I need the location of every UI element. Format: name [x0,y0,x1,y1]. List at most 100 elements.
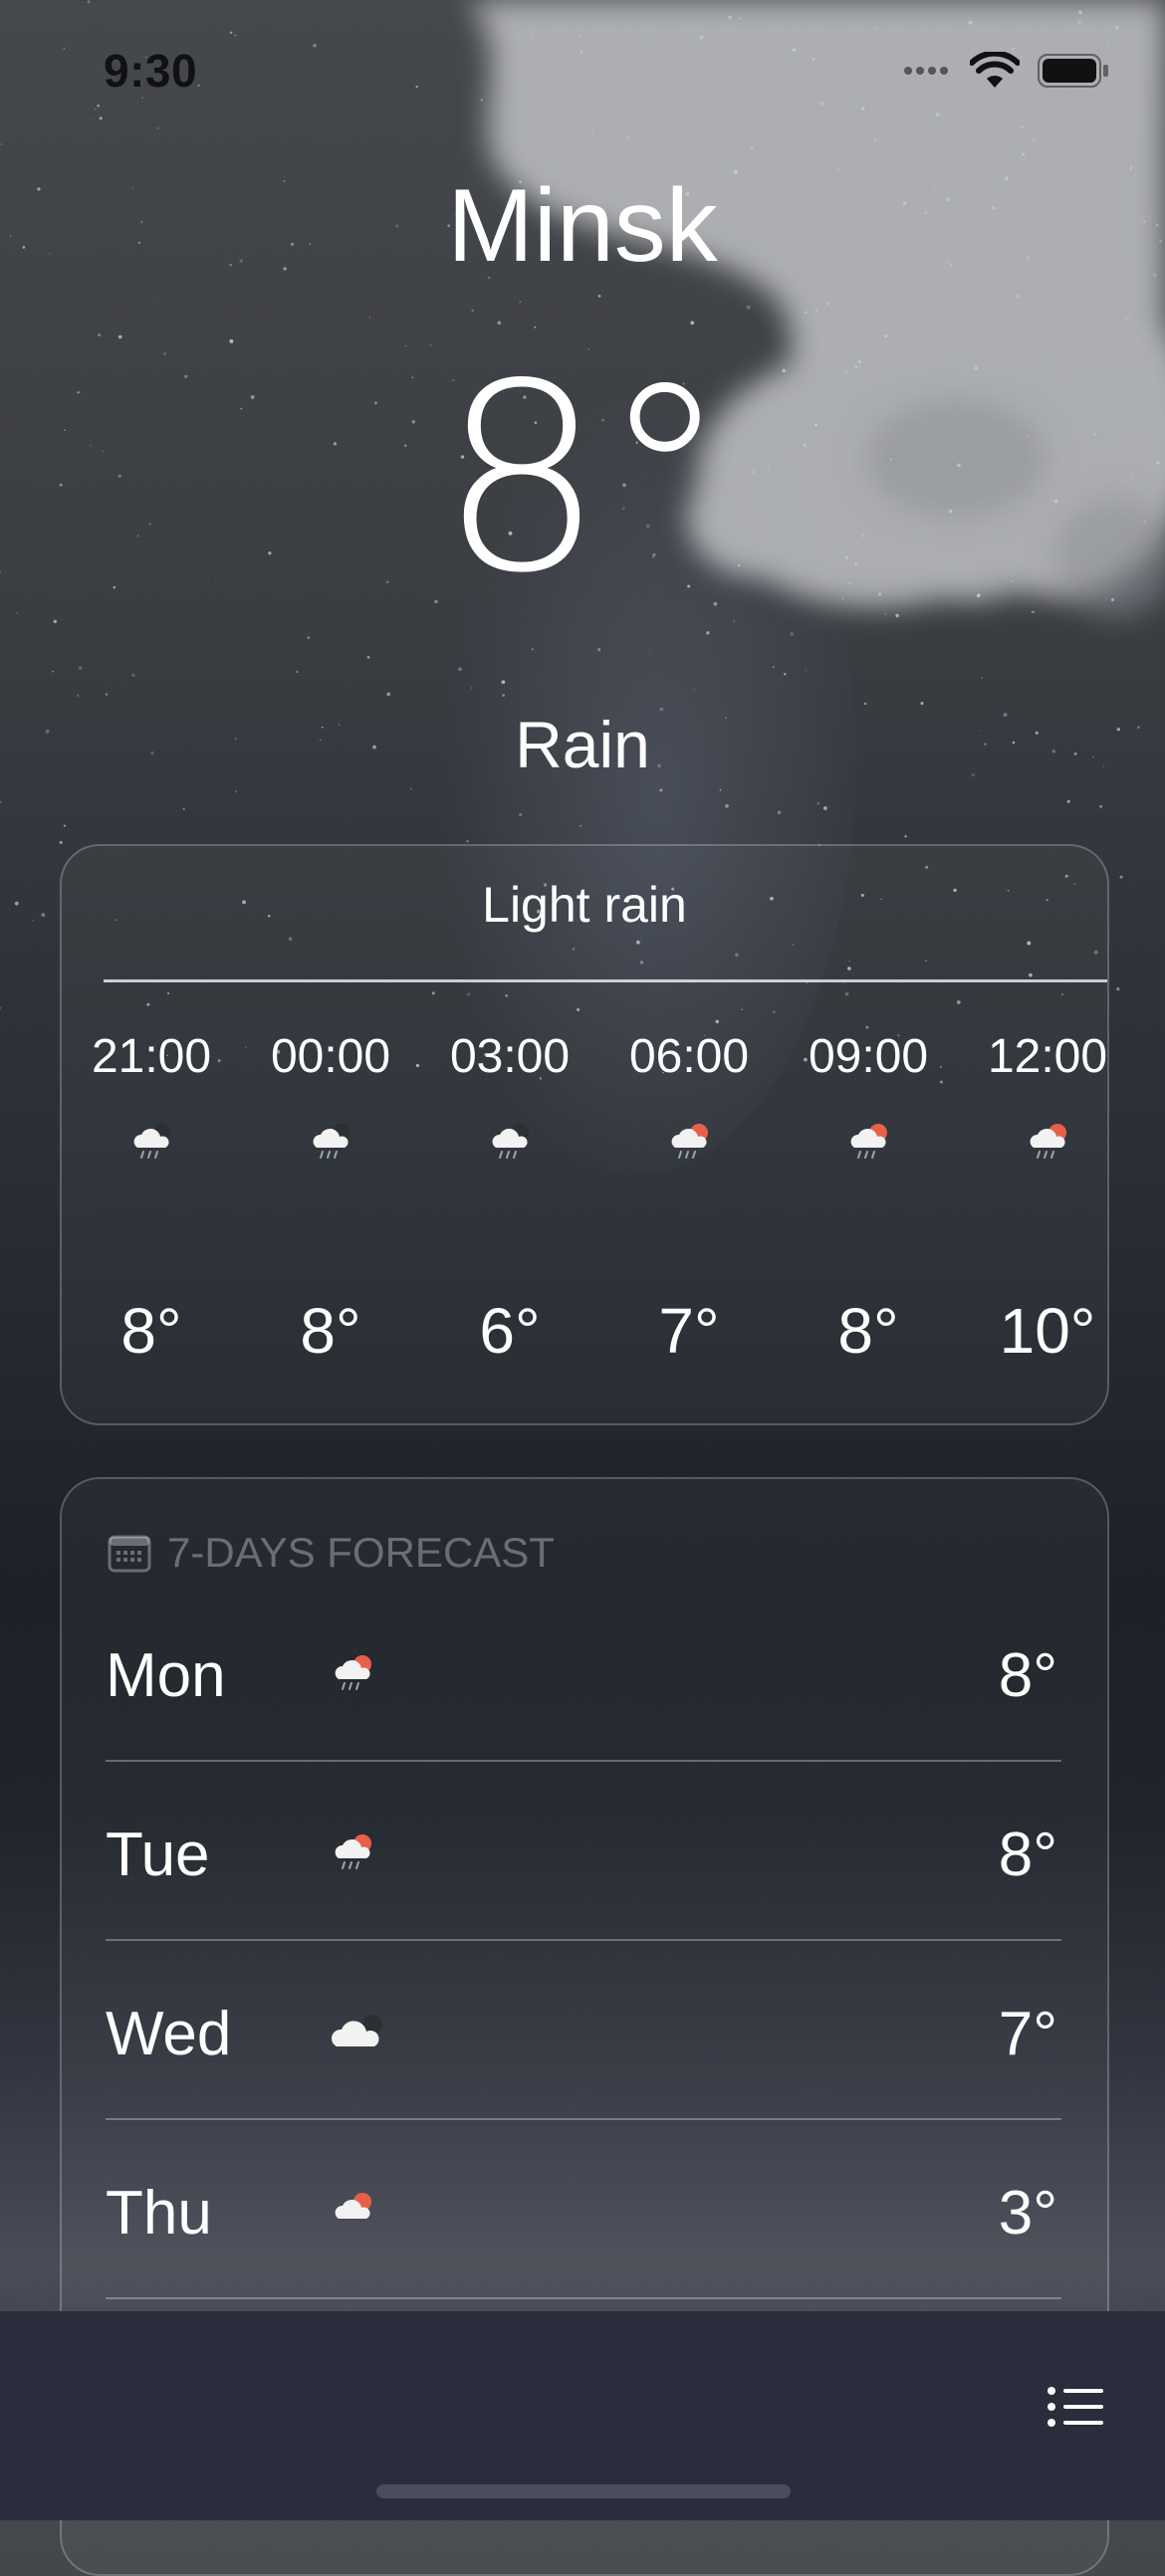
star [501,680,506,685]
star [59,840,63,844]
star [497,321,502,325]
star [105,693,109,696]
status-icons [902,52,1109,90]
star [534,325,537,328]
star [296,670,299,673]
star [1116,986,1120,991]
star [405,344,407,347]
hourly-divider [104,979,1107,982]
star [14,901,19,906]
star [131,673,135,678]
star [307,636,310,639]
star [519,812,523,817]
hourly-item: 03:00 6° [420,1029,599,1388]
forecast-row-mon[interactable]: Mon 8° [106,1583,1061,1762]
star [519,301,522,304]
star [366,655,370,659]
star [386,692,391,697]
star [826,303,829,306]
star [772,666,775,669]
hourly-temp: 8° [837,1295,899,1367]
star [1066,799,1070,803]
forecast-row-wed[interactable]: Wed 7° [106,1941,1061,2120]
star [719,788,722,791]
star [981,677,983,679]
cloud-rain-sun-icon [1030,1124,1066,1159]
hourly-list[interactable]: 21:00 8° 00:00 8° 03:00 6° 06:00 7° 09:0… [62,1029,1107,1388]
bottom-toolbar [0,2311,1165,2520]
star [693,689,695,691]
hourly-item: 00:00 8° [241,1029,420,1388]
star [597,648,601,652]
hourly-temp: 7° [658,1295,720,1367]
hourly-time: 09:00 [808,1030,929,1083]
star [429,343,432,346]
city-list-button[interactable] [1042,2377,1111,2437]
city-name: Minsk [447,168,718,284]
star [117,334,122,339]
forecast-day: Mon [106,1641,226,1710]
star [863,702,867,706]
star [532,648,534,650]
star [0,142,3,146]
star [409,787,412,790]
hourly-item: 09:00 8° [779,1029,958,1388]
hourly-summary: Light rain [482,877,687,933]
star [471,309,474,313]
hourly-item: 06:00 7° [599,1029,779,1388]
star [884,334,887,338]
forecast-temp: 8° [998,1641,1057,1710]
cloud-rain-sun-icon [335,1834,371,1869]
cellular-signal-icon [904,67,948,75]
forecast-row-tue[interactable]: Tue 8° [106,1762,1061,1941]
forecast-header: 7-DAYS FORECAST [108,1529,555,1577]
hourly-time: 03:00 [449,1030,571,1083]
forecast-row-thu[interactable]: Thu 3° [106,2120,1061,2299]
star [777,810,782,815]
star [732,619,736,623]
forecast-day: Wed [106,2000,232,2068]
forecast-temp: 8° [998,1821,1057,1889]
star [873,138,876,141]
star [885,301,888,303]
cloud-sun-icon [335,2193,371,2219]
star [229,338,234,343]
star [502,694,505,697]
cloud-rain-moon-icon [492,1124,529,1159]
star [784,673,787,676]
forecast-header-label: 7-DAYS FORECAST [167,1529,555,1576]
hourly-time: 12:00 [987,1030,1108,1083]
star [746,305,751,310]
star [1031,611,1034,613]
hourly-temp: 8° [120,1295,182,1367]
hourly-time: 06:00 [628,1030,750,1083]
star [659,788,663,792]
star [1016,295,1020,299]
star [182,807,185,810]
hourly-forecast-card[interactable]: Light rain 21:00 8° 00:00 8° 03:00 6° 06… [60,844,1109,1425]
star [16,612,18,614]
status-time: 9:30 [104,45,198,97]
star [725,804,729,808]
hourly-temp: 8° [300,1295,361,1367]
star [0,800,2,803]
forecast-day: Thu [106,2179,212,2248]
hourly-item: 12:00 10° [958,1029,1107,1388]
home-indicator[interactable] [376,2484,791,2498]
star [822,805,827,810]
star [904,835,907,838]
row-divider [106,2297,1061,2299]
star [690,321,695,325]
forecast-temp: 7° [998,2000,1057,2068]
calendar-icon [108,1535,151,1573]
star [648,650,651,652]
star [76,694,80,698]
star [98,333,102,337]
star [470,687,472,689]
star [32,919,34,922]
hourly-item: 21:00 8° [62,1029,241,1388]
star [790,632,795,636]
star [815,309,818,313]
star [1099,805,1102,808]
star [41,913,46,917]
